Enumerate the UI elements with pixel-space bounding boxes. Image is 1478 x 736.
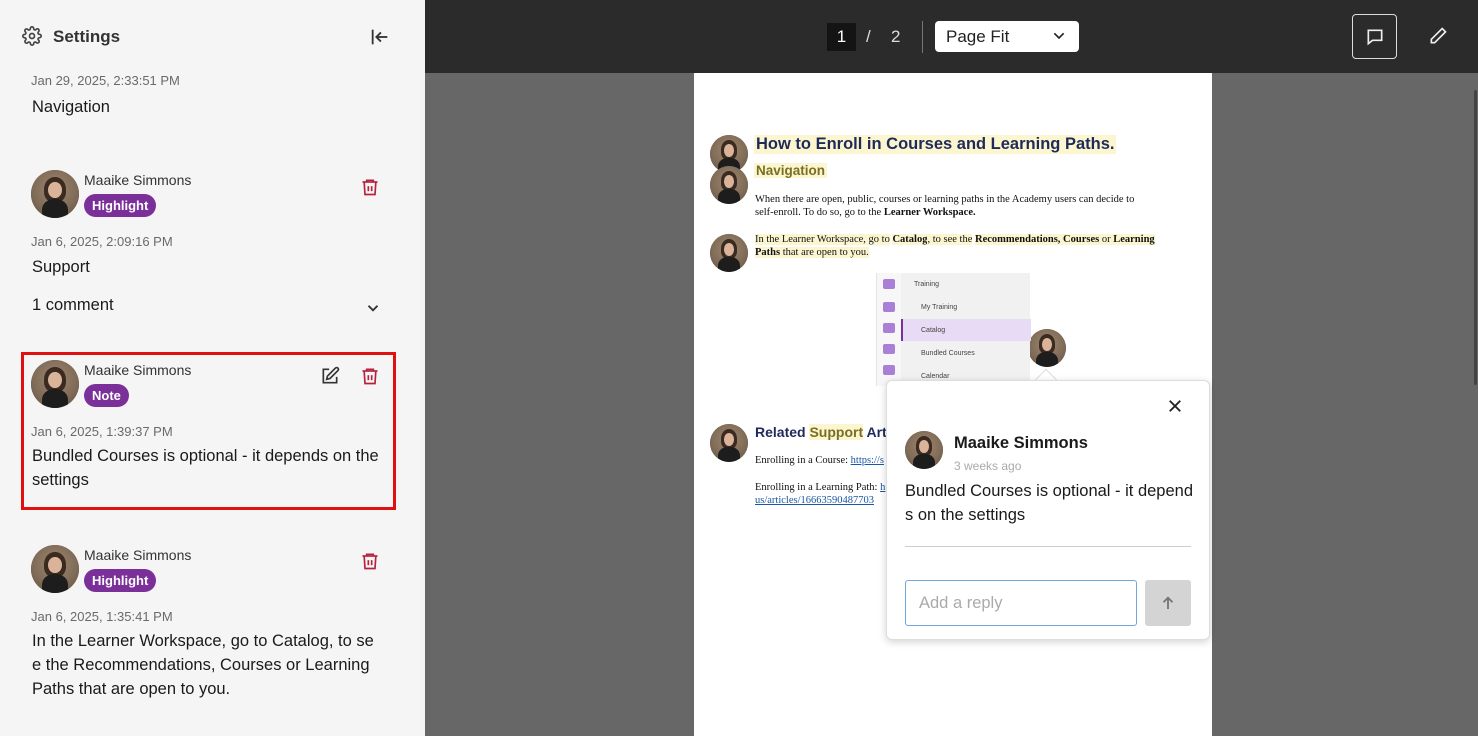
paragraph-bold: Learner Workspace. (883, 207, 976, 218)
popup-note-text: Bundled Courses is optional - it depends… (905, 482, 1194, 524)
send-reply-button[interactable] (1145, 580, 1191, 626)
zoom-select[interactable]: Page Fit (935, 21, 1079, 52)
user-icon (883, 279, 895, 289)
annotation-author: Maaike Simmons (84, 172, 192, 188)
related-highlight[interactable]: Support (809, 424, 864, 440)
paragraph-text: or (1099, 234, 1114, 245)
comment-icon (1367, 29, 1383, 46)
annotation-text-line[interactable]: In the Learner Workspace, go to Catalog,… (32, 629, 374, 653)
page-separator: / (866, 27, 871, 46)
group-icon (883, 323, 895, 333)
screenshot-item: Training (914, 281, 940, 288)
paragraph-bold: Recommendations, Courses (974, 234, 1100, 245)
annotation-marker-avatar[interactable] (710, 234, 748, 272)
chat-icon (883, 302, 895, 312)
building-icon (883, 344, 895, 354)
scrollbar-thumb[interactable] (1474, 90, 1477, 385)
annotation-text[interactable]: Navigation (32, 95, 110, 119)
sidebar-header: Settings (0, 0, 425, 72)
paragraph-text: self-enroll. To do so, go to the (755, 207, 882, 218)
document-paragraph: When there are open, public, courses or … (755, 193, 1155, 219)
comments-panel-button[interactable] (1352, 14, 1397, 59)
annotation-timestamp: Jan 6, 2025, 2:09:16 PM (31, 234, 173, 249)
selected-annotation-frame (21, 352, 396, 510)
collapse-sidebar-icon[interactable] (369, 26, 391, 48)
total-pages: 2 (891, 27, 901, 46)
close-icon[interactable] (1166, 397, 1184, 415)
annotation-popup: Maaike Simmons 3 weeks ago Bundled Cours… (886, 380, 1210, 640)
screenshot-item: Catalog (921, 327, 946, 334)
article-link[interactable]: h (880, 482, 885, 493)
comments-toggle[interactable]: 1 comment (32, 296, 382, 320)
annotation-text-line[interactable]: e the Recommendations, Courses or Learni… (32, 653, 370, 677)
screenshot-item: Calendar (921, 373, 950, 380)
annotation-marker-avatar[interactable] (710, 424, 748, 462)
screenshot-rail (877, 273, 901, 386)
annotation-author: Maaike Simmons (84, 547, 192, 563)
paragraph-bold: Catalog (892, 234, 928, 245)
chart-icon (883, 365, 895, 375)
paragraph-text: When there are open, public, courses or … (755, 194, 1135, 205)
chevron-down-icon (367, 305, 379, 312)
pen-icon (1430, 27, 1447, 44)
paragraph-bold: Learning (1113, 234, 1155, 245)
article-link[interactable]: us/articles/16663590487703 (755, 495, 874, 506)
sidebar-title[interactable]: Settings (53, 27, 120, 47)
document-title[interactable]: How to Enroll in Courses and Learning Pa… (754, 135, 1117, 154)
avatar (905, 431, 943, 469)
trash-icon[interactable] (360, 177, 380, 197)
popup-time: 3 weeks ago (954, 459, 1022, 473)
chevron-down-icon (1053, 32, 1065, 40)
article-link[interactable]: https://s (851, 455, 884, 466)
screenshot-item: My Training (921, 304, 958, 311)
toolbar-divider (922, 21, 923, 53)
popup-author: Maaike Simmons (954, 434, 1088, 452)
avatar (31, 545, 79, 593)
paragraph-text: In the Learner Workspace, go to (755, 234, 890, 245)
popup-divider (905, 546, 1191, 547)
highlighted-paragraph[interactable]: In the Learner Workspace, go to Catalog,… (755, 233, 1155, 259)
highlight-badge: Highlight (84, 194, 157, 217)
gear-icon[interactable] (22, 26, 42, 46)
trash-icon[interactable] (360, 551, 380, 571)
annotation-timestamp: Jan 29, 2025, 2:33:51 PM (31, 73, 180, 88)
embedded-screenshot: Training My Training Catalog Bundled Cou… (876, 273, 1031, 386)
annotations-sidebar: Settings Jan 29, 2025, 2:33:51 PM Naviga… (0, 0, 425, 736)
paragraph-text: , to see the (927, 234, 973, 245)
annotation-marker-avatar[interactable] (710, 166, 748, 204)
related-text: Related (755, 424, 810, 440)
annotation-card-header: Maaike Simmons Highlight (31, 170, 401, 220)
annotation-card-header: Maaike Simmons Highlight (31, 545, 401, 595)
highlight-badge: Highlight (84, 569, 157, 592)
arrow-up-icon (1162, 596, 1174, 609)
annotation-text-line[interactable]: Paths that are open to you. (32, 677, 230, 701)
document-subtitle[interactable]: Navigation (754, 163, 828, 178)
link-label: Enrolling in a Learning Path: (755, 482, 881, 493)
link-label: Enrolling in a Course: (755, 455, 851, 466)
annotation-timestamp: Jan 6, 2025, 1:35:41 PM (31, 609, 173, 624)
zoom-value: Page Fit (946, 27, 1010, 46)
page-number-input[interactable]: 1 (827, 23, 856, 51)
annotation-text[interactable]: Support (32, 255, 90, 279)
paragraph-bold: Paths (755, 247, 781, 258)
related-heading: Related Support Arti (755, 424, 891, 440)
annotate-button[interactable] (1416, 14, 1461, 59)
avatar (31, 170, 79, 218)
reply-input[interactable] (905, 580, 1137, 626)
comments-count: 1 comment (32, 296, 114, 314)
paragraph-text: that are open to you. (780, 247, 869, 258)
viewer-toolbar: 1 / 2 Page Fit (425, 0, 1478, 73)
screenshot-item: Bundled Courses (921, 350, 975, 357)
annotation-marker-avatar[interactable] (1028, 329, 1066, 367)
